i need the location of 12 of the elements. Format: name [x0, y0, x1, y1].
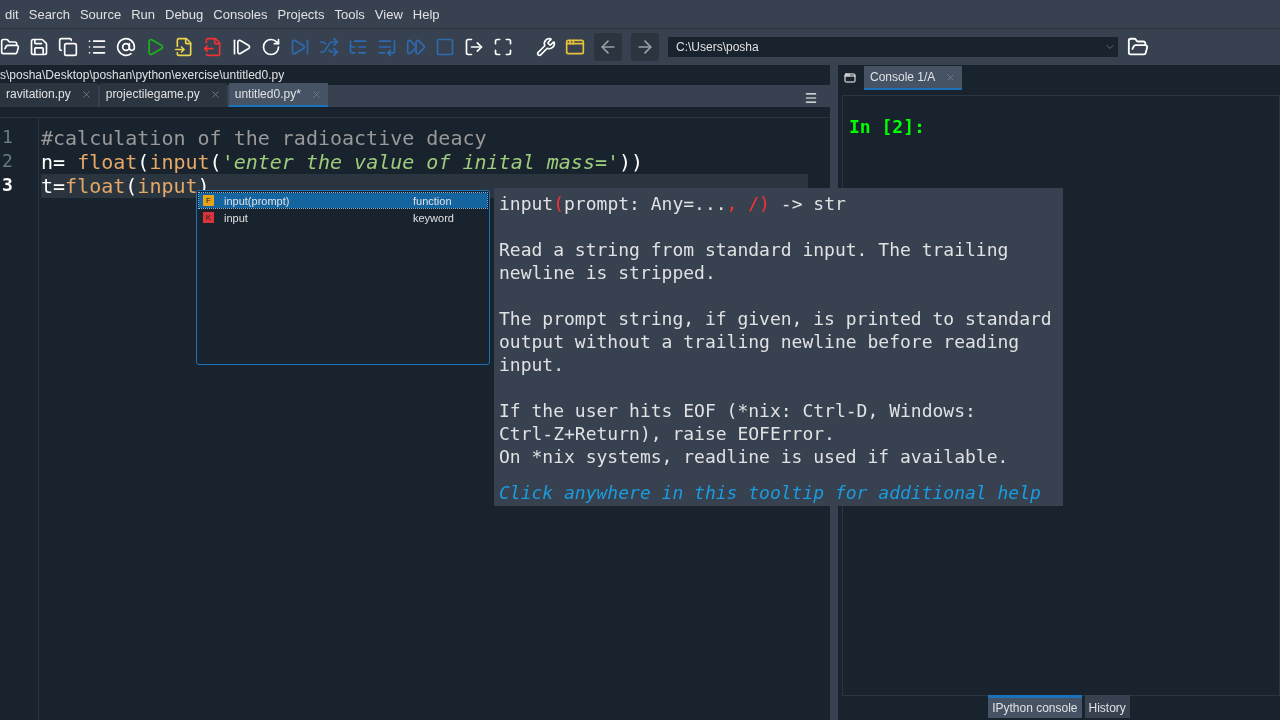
line-number: 3 [2, 174, 14, 197]
kind-icon: K [203, 212, 214, 223]
console-prompt: In [2]: [849, 116, 926, 137]
code-line: #calculation of the radioactive deacy [41, 126, 488, 150]
file-path: s\posha\Desktop\poshan\python\exercise\untitled0.py [0, 67, 286, 84]
line-number: 1 [2, 126, 14, 149]
doc-paragraph: If the user hits EOF (*nix: Ctrl-D, Windows: Ctrl-Z+Return), raise EOFError. On *nix systems, readline is used if available. [499, 399, 1010, 468]
doc-paragraph: Read a string from standard input. The trailing newline is stripped. [499, 238, 1010, 284]
doc-paragraph: The prompt string, if given, is printed to standard output without a trailing newline before reading input. [499, 307, 1053, 376]
kind-icon: F [203, 195, 214, 206]
line-number: 2 [2, 150, 14, 173]
code-line: n= float(input('enter the value of inital mass=')) [41, 150, 645, 174]
